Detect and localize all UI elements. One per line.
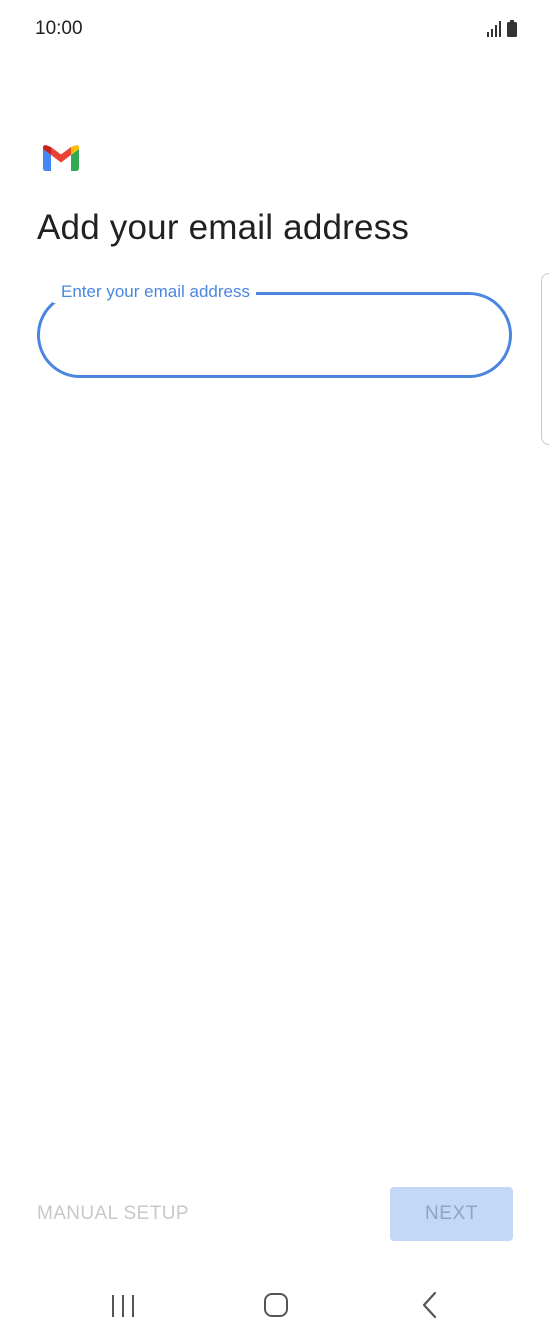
- edge-panel-handle[interactable]: [541, 273, 549, 445]
- recents-icon[interactable]: [108, 1292, 138, 1320]
- home-icon[interactable]: [263, 1292, 289, 1318]
- page-title: Add your email address: [37, 208, 410, 247]
- screen: 10:00 Add your email address Enter your …: [0, 0, 549, 1342]
- gmail-logo-icon: [43, 145, 79, 171]
- email-field[interactable]: Enter your email address: [37, 281, 512, 378]
- status-bar: 10:00: [0, 0, 549, 60]
- back-icon[interactable]: [420, 1290, 440, 1320]
- manual-setup-button[interactable]: MANUAL SETUP: [37, 1196, 189, 1232]
- next-button[interactable]: NEXT: [390, 1187, 513, 1241]
- battery-icon: [507, 20, 517, 37]
- status-time: 10:00: [35, 18, 83, 39]
- status-icons: [487, 20, 517, 37]
- nav-bar: [0, 1270, 549, 1342]
- email-input[interactable]: [61, 312, 485, 360]
- email-field-label: Enter your email address: [53, 281, 256, 303]
- signal-icon: [487, 21, 501, 37]
